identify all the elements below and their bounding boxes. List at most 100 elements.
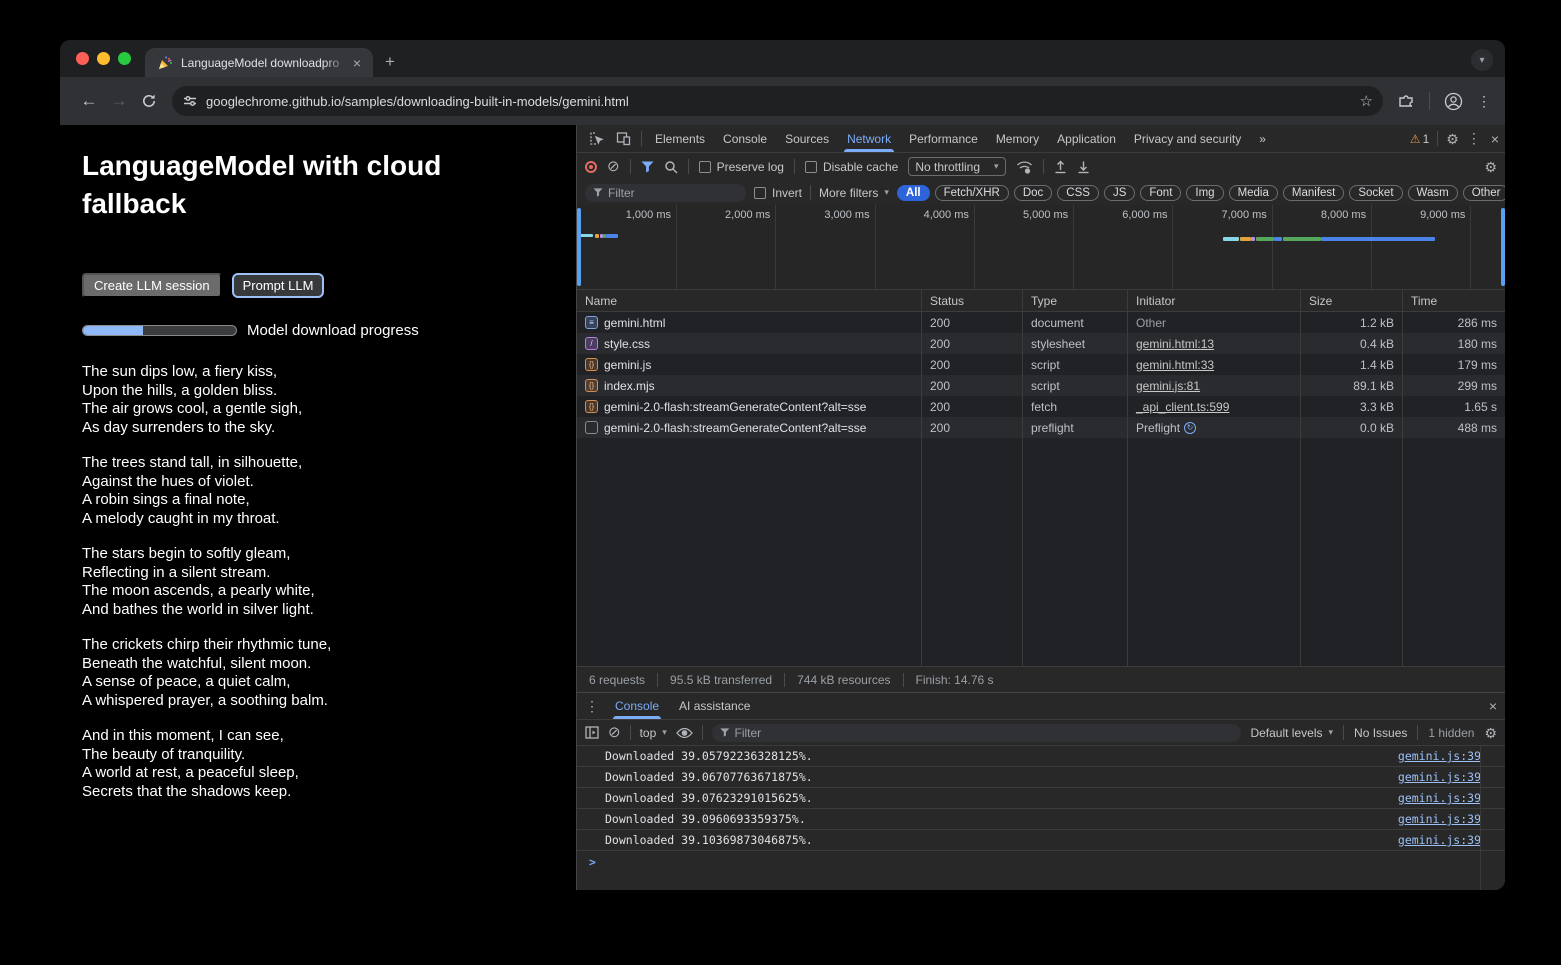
- warning-count[interactable]: 1: [1423, 132, 1430, 146]
- overview-right-handle[interactable]: [1501, 208, 1505, 286]
- reload-button[interactable]: [134, 93, 164, 109]
- console-prompt[interactable]: >: [577, 851, 1505, 872]
- clear-console-icon[interactable]: ⊘: [608, 726, 621, 740]
- browser-menu-kebab-icon[interactable]: ⋮: [1477, 93, 1491, 110]
- create-llm-session-button[interactable]: Create LLM session: [82, 273, 222, 298]
- network-conditions-icon[interactable]: [1016, 160, 1033, 174]
- console-source-link[interactable]: gemini.js:39: [1398, 833, 1481, 847]
- chip-css[interactable]: CSS: [1057, 185, 1099, 201]
- prompt-llm-button[interactable]: Prompt LLM: [232, 273, 325, 298]
- device-toolbar-icon[interactable]: [610, 131, 637, 146]
- console-sidebar-icon[interactable]: [585, 726, 599, 739]
- request-initiator-link[interactable]: gemini.html:13: [1136, 337, 1214, 351]
- clear-network-log-icon[interactable]: ⊘: [607, 160, 620, 174]
- chip-media[interactable]: Media: [1229, 185, 1278, 201]
- network-request-row[interactable]: {}gemini.js 200 script gemini.html:33 1.…: [577, 354, 1505, 375]
- checkbox-box[interactable]: [754, 187, 766, 199]
- tab-console[interactable]: Console: [714, 125, 776, 152]
- console-message[interactable]: Downloaded 39.05792236328125%. gemini.js…: [577, 746, 1505, 767]
- warning-icon[interactable]: ⚠: [1410, 132, 1421, 146]
- log-levels-select[interactable]: Default levels ▾: [1250, 726, 1333, 740]
- network-filter-input-wrap[interactable]: [585, 184, 746, 202]
- url-bar[interactable]: googlechrome.github.io/samples/downloadi…: [172, 86, 1383, 116]
- drawer-tab-console[interactable]: Console: [605, 693, 669, 719]
- chip-font[interactable]: Font: [1140, 185, 1181, 201]
- chip-all[interactable]: All: [897, 185, 930, 201]
- request-initiator-link[interactable]: _api_client.ts:599: [1136, 400, 1229, 414]
- column-header-initiator[interactable]: Initiator: [1128, 290, 1301, 311]
- extensions-icon[interactable]: [1397, 92, 1415, 110]
- devtools-menu-kebab-icon[interactable]: ⋮: [1467, 130, 1481, 147]
- column-header-status[interactable]: Status: [922, 290, 1023, 311]
- chip-img[interactable]: Img: [1186, 185, 1223, 201]
- network-request-row[interactable]: {}gemini-2.0-flash:streamGenerateContent…: [577, 396, 1505, 417]
- devtools-settings-gear-icon[interactable]: ⚙: [1446, 132, 1459, 146]
- filter-funnel-icon[interactable]: [641, 161, 654, 173]
- overview-left-handle[interactable]: [577, 208, 581, 286]
- record-network-log-button[interactable]: [585, 161, 597, 173]
- hidden-messages-count[interactable]: 1 hidden: [1428, 726, 1474, 740]
- eye-icon[interactable]: [676, 727, 693, 739]
- search-icon[interactable]: [664, 160, 678, 174]
- profile-avatar-icon[interactable]: [1444, 92, 1463, 111]
- request-initiator-link[interactable]: gemini.html:33: [1136, 358, 1214, 372]
- more-filters-dropdown[interactable]: More filters ▾: [819, 186, 889, 200]
- forward-button[interactable]: →: [104, 91, 134, 111]
- checkbox-box[interactable]: [699, 161, 711, 173]
- chip-js[interactable]: JS: [1104, 185, 1135, 201]
- console-message[interactable]: Downloaded 39.10369873046875%. gemini.js…: [577, 830, 1505, 851]
- tab-elements[interactable]: Elements: [646, 125, 714, 152]
- drawer-close-icon[interactable]: ×: [1489, 698, 1497, 714]
- network-settings-gear-icon[interactable]: ⚙: [1484, 160, 1497, 174]
- tab-search-button[interactable]: ▾: [1471, 49, 1493, 71]
- bookmark-star-icon[interactable]: ☆: [1360, 92, 1373, 110]
- console-message[interactable]: Downloaded 39.06707763671875%. gemini.js…: [577, 767, 1505, 788]
- network-timeline-overview[interactable]: 1,000 ms 2,000 ms 3,000 ms 4,000 ms 5,00…: [577, 205, 1505, 290]
- console-source-link[interactable]: gemini.js:39: [1398, 749, 1481, 763]
- column-header-name[interactable]: Name: [577, 290, 922, 311]
- browser-tab[interactable]: LanguageModel downloadpro ×: [145, 48, 373, 77]
- new-tab-button[interactable]: +: [385, 53, 395, 70]
- checkbox-box[interactable]: [805, 161, 817, 173]
- chip-other[interactable]: Other: [1463, 185, 1505, 201]
- close-window-button[interactable]: [76, 52, 89, 65]
- console-context-select[interactable]: top ▾: [640, 726, 667, 740]
- console-message[interactable]: Downloaded 39.0960693359375%. gemini.js:…: [577, 809, 1505, 830]
- inspect-element-icon[interactable]: [583, 131, 610, 146]
- disable-cache-checkbox[interactable]: Disable cache: [805, 160, 898, 174]
- chip-socket[interactable]: Socket: [1349, 185, 1402, 201]
- issues-counter[interactable]: No Issues: [1354, 726, 1407, 740]
- drawer-menu-kebab-icon[interactable]: ⋮: [585, 698, 599, 715]
- console-filter-input[interactable]: [735, 726, 1234, 740]
- throttling-select[interactable]: No throttling ▾: [908, 157, 1005, 176]
- more-tabs-button[interactable]: »: [1250, 125, 1275, 152]
- console-message[interactable]: Downloaded 39.07623291015625%. gemini.js…: [577, 788, 1505, 809]
- network-request-row[interactable]: gemini-2.0-flash:streamGenerateContent?a…: [577, 417, 1505, 438]
- network-request-row[interactable]: {}index.mjs 200 script gemini.js:81 89.1…: [577, 375, 1505, 396]
- tab-privacy-security[interactable]: Privacy and security: [1125, 125, 1250, 152]
- import-har-icon[interactable]: [1054, 160, 1067, 174]
- site-settings-icon[interactable]: [182, 93, 198, 109]
- console-settings-gear-icon[interactable]: ⚙: [1484, 726, 1497, 740]
- preserve-log-checkbox[interactable]: Preserve log: [699, 160, 784, 174]
- minimize-window-button[interactable]: [97, 52, 110, 65]
- zoom-window-button[interactable]: [118, 52, 131, 65]
- network-request-row[interactable]: ≡gemini.html 200 document Other 1.2 kB 2…: [577, 312, 1505, 333]
- tab-network[interactable]: Network: [838, 125, 900, 152]
- chip-doc[interactable]: Doc: [1014, 185, 1052, 201]
- drawer-tab-ai-assistance[interactable]: AI assistance: [669, 693, 760, 719]
- preflight-info-icon[interactable]: ↻: [1184, 422, 1196, 434]
- console-source-link[interactable]: gemini.js:39: [1398, 812, 1481, 826]
- chip-wasm[interactable]: Wasm: [1408, 185, 1458, 201]
- chip-fetch-xhr[interactable]: Fetch/XHR: [935, 185, 1009, 201]
- invert-checkbox[interactable]: Invert: [754, 186, 802, 200]
- chip-manifest[interactable]: Manifest: [1283, 185, 1344, 201]
- tab-close-icon[interactable]: ×: [349, 54, 365, 72]
- tab-sources[interactable]: Sources: [776, 125, 838, 152]
- column-header-type[interactable]: Type: [1023, 290, 1128, 311]
- tab-performance[interactable]: Performance: [900, 125, 987, 152]
- network-request-row[interactable]: /style.css 200 stylesheet gemini.html:13…: [577, 333, 1505, 354]
- console-source-link[interactable]: gemini.js:39: [1398, 770, 1481, 784]
- tab-memory[interactable]: Memory: [987, 125, 1048, 152]
- network-filter-input[interactable]: [608, 186, 738, 200]
